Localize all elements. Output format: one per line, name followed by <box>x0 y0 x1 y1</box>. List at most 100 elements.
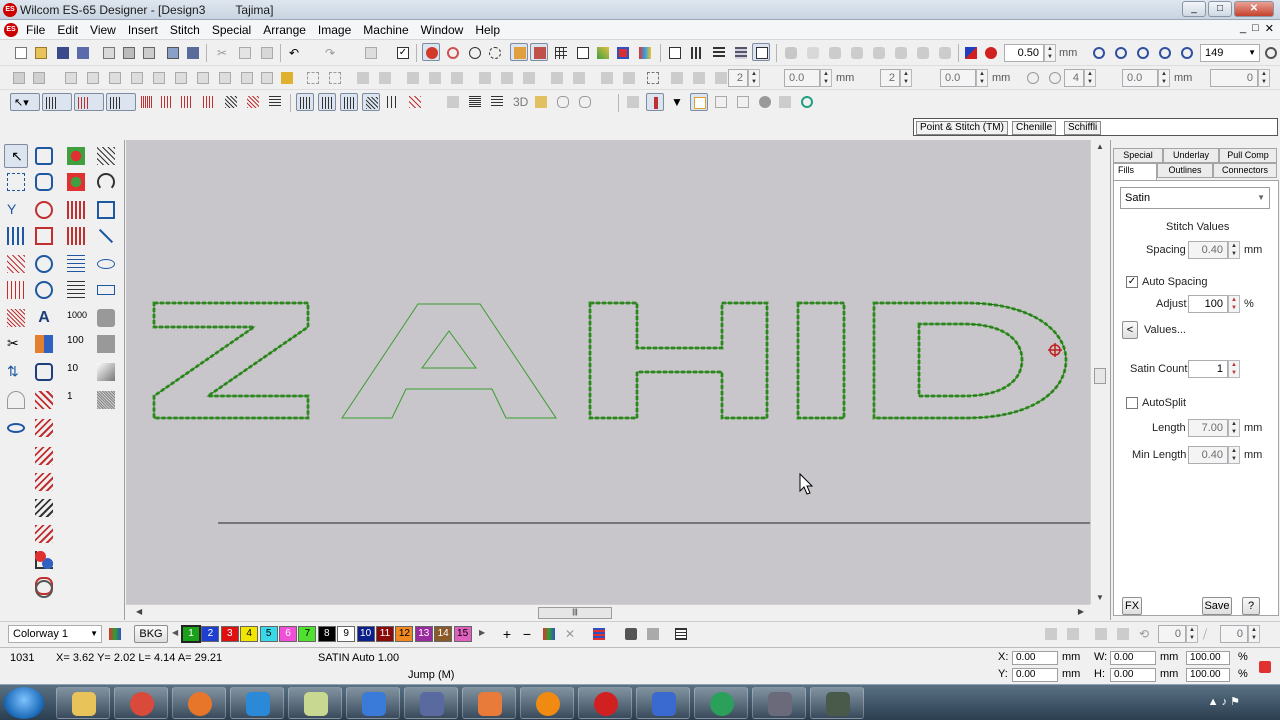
zigzag-icon[interactable] <box>466 93 484 111</box>
color-wand-icon[interactable] <box>278 69 296 87</box>
fill-type-select[interactable]: Satin ▼ <box>1120 187 1270 209</box>
autosplit-checkbox[interactable] <box>1126 397 1138 409</box>
color-sequence-icon[interactable] <box>710 44 728 62</box>
checkbox-tool-icon[interactable]: ✓ <box>394 44 412 62</box>
zoom-level-select[interactable]: 149 ▼ <box>1200 44 1260 62</box>
stitch-player-icon[interactable] <box>362 44 380 62</box>
save-as-icon[interactable] <box>74 44 92 62</box>
skew-left-icon[interactable] <box>1042 625 1060 643</box>
colorway-grid-icon[interactable] <box>106 625 124 643</box>
row-spacing-spinner[interactable]: ▲ ▼ <box>820 69 832 87</box>
space-evenly-icon[interactable] <box>448 69 466 87</box>
letter-a[interactable] <box>341 303 557 419</box>
scissors-icon[interactable]: ✂ <box>4 332 28 356</box>
w-field[interactable]: 0.00 <box>1110 651 1156 665</box>
hide-icon[interactable] <box>870 44 888 62</box>
align-center-icon[interactable] <box>326 69 344 87</box>
copies-count-spinner[interactable]: ▲ ▼ <box>1084 69 1096 87</box>
cut-icon[interactable]: ✂ <box>214 44 232 62</box>
print-preview-icon[interactable] <box>140 44 158 62</box>
satin-count-spinner[interactable]: ▲ ▼ <box>1228 360 1240 378</box>
menu-file[interactable]: File <box>26 23 45 37</box>
write-disk-icon[interactable] <box>184 44 202 62</box>
doc-restore-button[interactable]: □ <box>1252 22 1259 35</box>
stitch-count-1[interactable]: 1 <box>64 388 92 412</box>
pattern-icon[interactable] <box>776 93 794 111</box>
color-swatch-13[interactable]: 13 <box>414 626 433 642</box>
ellipse-icon[interactable] <box>94 252 118 276</box>
skew-icon[interactable] <box>150 69 168 87</box>
duplicate-icon[interactable] <box>194 69 212 87</box>
angle-field[interactable]: 0 <box>1210 69 1258 87</box>
h-percent-field[interactable]: 100.00 <box>1186 668 1230 682</box>
lettering-icon[interactable]: A <box>32 306 56 330</box>
taskbar-tool-icon[interactable] <box>810 687 864 719</box>
taskbar-firefox-icon[interactable] <box>172 687 226 719</box>
eye-icon[interactable] <box>4 416 28 440</box>
grid-select-icon[interactable] <box>690 93 708 111</box>
3d-view-icon[interactable] <box>614 44 632 62</box>
rotate-angle-field[interactable]: 0 <box>1158 625 1186 643</box>
trim-tool-icon[interactable] <box>644 625 662 643</box>
menu-help[interactable]: Help <box>475 23 500 37</box>
menu-special[interactable]: Special <box>212 23 251 37</box>
stitch-count-100[interactable]: 100 <box>64 332 92 356</box>
pen-color-icon[interactable] <box>962 44 980 62</box>
min-length-field[interactable]: 0.40 <box>1188 446 1228 464</box>
menu-image[interactable]: Image <box>318 23 351 37</box>
corner-icon[interactable] <box>94 198 118 222</box>
satin-icon[interactable] <box>138 93 156 111</box>
radial-icon[interactable] <box>1046 69 1064 87</box>
stitch-row-icon[interactable] <box>4 278 28 302</box>
needle-points-icon[interactable] <box>486 44 504 62</box>
color-swatch-5[interactable]: 5 <box>259 626 278 642</box>
angle-spinner[interactable]: ▲ ▼ <box>1258 69 1270 87</box>
stitch-edit-icon[interactable] <box>624 93 642 111</box>
slow-redraw-icon[interactable] <box>666 44 684 62</box>
align-top-icon[interactable] <box>304 69 322 87</box>
dotted-line-d-icon[interactable] <box>32 496 56 520</box>
compass-icon[interactable] <box>32 577 56 601</box>
copy-icon[interactable] <box>236 44 254 62</box>
scroll-left-icon[interactable]: ◀ <box>136 607 142 616</box>
puzzle-icon[interactable] <box>94 306 118 330</box>
weld-icon[interactable] <box>936 44 954 62</box>
move-backward-icon[interactable] <box>620 69 638 87</box>
polygon-select-icon[interactable] <box>4 170 28 194</box>
unlock-icon[interactable] <box>848 44 866 62</box>
figures-icon[interactable] <box>94 332 118 356</box>
zoom-out-icon[interactable] <box>1178 44 1196 62</box>
letter-z[interactable] <box>152 301 310 420</box>
scale-icon[interactable] <box>172 69 190 87</box>
break-icon[interactable] <box>4 224 28 248</box>
reshape-object-icon[interactable] <box>32 144 56 168</box>
color-wheel-icon[interactable] <box>540 625 558 643</box>
notes-icon[interactable] <box>672 625 690 643</box>
copies-spacing-spinner[interactable]: ▲ ▼ <box>1158 69 1170 87</box>
min-length-spinner[interactable]: ▲ ▼ <box>1228 446 1240 464</box>
adjust-spinner[interactable]: ▲ ▼ <box>1228 295 1240 313</box>
lock-icon[interactable] <box>826 44 844 62</box>
mirror-h-icon[interactable] <box>106 69 124 87</box>
slant-angle-field[interactable]: 0 <box>1220 625 1248 643</box>
select-dropdown-icon[interactable]: ↖▾ <box>10 93 40 111</box>
help-button[interactable]: ? <box>1242 597 1260 615</box>
machine-icon[interactable] <box>622 625 640 643</box>
gradient-icon[interactable] <box>94 360 118 384</box>
order-front-icon[interactable] <box>548 69 566 87</box>
taskbar-powerpoint-icon[interactable] <box>462 687 516 719</box>
auto-spacing-checkbox[interactable]: ✓ <box>1126 276 1138 288</box>
cols-count-field[interactable]: 2 <box>880 69 900 87</box>
design-window-icon[interactable] <box>752 43 770 61</box>
chain-icon[interactable] <box>32 388 56 412</box>
show-outlines-icon[interactable] <box>444 44 462 62</box>
show-artistic-icon[interactable] <box>466 44 484 62</box>
slant-icon[interactable]: ⧸ <box>1200 625 1218 643</box>
color-swatch-14[interactable]: 14 <box>434 626 453 642</box>
color-circles-icon[interactable] <box>32 548 56 572</box>
fan-icon[interactable] <box>4 388 28 412</box>
input-b-icon[interactable] <box>74 93 104 111</box>
match-size-icon[interactable] <box>520 69 538 87</box>
stitch-count-1000[interactable]: 1000 <box>64 306 92 330</box>
rotate-left-icon[interactable] <box>62 69 80 87</box>
